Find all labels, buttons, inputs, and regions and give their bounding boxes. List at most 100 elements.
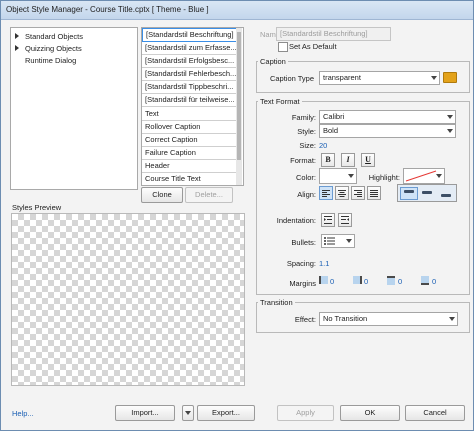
chevron-down-icon — [185, 411, 191, 415]
cancel-button[interactable]: Cancel — [405, 405, 465, 421]
vertical-align-group — [397, 184, 457, 202]
no-highlight-icon — [405, 170, 437, 182]
align-top-icon[interactable] — [400, 187, 418, 200]
object-style-manager-window: Object Style Manager - Course Title.cptx… — [0, 0, 474, 431]
style-item[interactable]: [Standardstil Fehlerbesch... — [142, 68, 240, 81]
align-left-icon[interactable] — [319, 186, 333, 200]
decrease-indent-icon[interactable] — [321, 213, 335, 227]
import-export-options-dropdown[interactable] — [182, 405, 194, 421]
align-bottom-icon[interactable] — [438, 187, 454, 198]
horizontal-align-group — [319, 186, 389, 200]
margin-right-control[interactable]: 0 — [353, 275, 383, 287]
margin-right-value: 0 — [364, 277, 369, 286]
margin-bottom-icon — [421, 276, 429, 285]
align-right-icon[interactable] — [351, 186, 365, 200]
expand-arrow-icon[interactable] — [15, 33, 19, 39]
set-as-default-label: Set As Default — [289, 42, 337, 51]
set-as-default-checkbox[interactable] — [278, 42, 288, 52]
tree-item-quizzing-objects[interactable]: Quizzing Objects — [15, 43, 82, 54]
help-link[interactable]: Help... — [12, 409, 34, 418]
indentation-label: Indentation: — [276, 216, 316, 225]
margin-right-icon — [353, 276, 362, 284]
margin-top-control[interactable]: 0 — [387, 275, 417, 287]
chevron-down-icon — [346, 239, 352, 243]
bullets-dropdown[interactable] — [321, 234, 355, 248]
spacing-label: Spacing: — [286, 259, 316, 268]
chevron-down-icon — [449, 317, 455, 321]
style-item[interactable]: [Standardstil für teilweise... — [142, 94, 240, 107]
caption-type-dropdown[interactable]: transparent — [319, 71, 440, 85]
style-item[interactable]: [Standardstil zum Erfasse... — [142, 42, 240, 55]
apply-button[interactable]: Apply — [277, 405, 334, 421]
font-size-value[interactable]: 20 — [319, 141, 327, 150]
align-label: Align: — [297, 190, 316, 199]
style-item[interactable]: Header — [142, 160, 240, 173]
underline-button[interactable]: U — [361, 153, 375, 167]
margin-bottom-control[interactable]: 0 — [421, 275, 451, 287]
italic-button[interactable]: I — [341, 153, 355, 167]
chevron-down-icon — [436, 174, 442, 178]
text-format-section-title: Text Format — [258, 97, 302, 106]
style-label: Style: — [297, 127, 316, 136]
align-justify-icon[interactable] — [367, 186, 381, 200]
style-item[interactable]: Text — [142, 108, 240, 121]
size-label: Size: — [299, 141, 316, 150]
align-center-icon[interactable] — [335, 186, 349, 200]
title-bar[interactable]: Object Style Manager - Course Title.cptx… — [1, 1, 473, 20]
family-label: Family: — [291, 113, 316, 122]
spacing-value[interactable]: 1.1 — [319, 259, 329, 268]
margin-bottom-value: 0 — [432, 277, 437, 286]
margin-left-control[interactable]: 0 — [319, 275, 349, 287]
increase-indent-icon[interactable] — [338, 213, 352, 227]
tree-item-standard-objects[interactable]: Standard Objects — [15, 31, 83, 42]
caption-section-title: Caption — [258, 57, 288, 66]
folder-icon[interactable] — [443, 72, 457, 83]
style-item[interactable]: Rollover Caption — [142, 121, 240, 134]
effect-label: Effect: — [294, 315, 316, 324]
bullet-list-icon — [324, 237, 335, 245]
margin-left-icon — [319, 276, 328, 284]
highlight-color-picker[interactable] — [403, 168, 445, 184]
text-color-picker[interactable] — [319, 168, 357, 184]
align-middle-icon[interactable] — [419, 187, 435, 198]
object-tree-panel: Standard Objects Quizzing Objects Runtim… — [10, 27, 138, 190]
bullets-label: Bullets: — [291, 238, 316, 247]
name-field[interactable]: [Standardstil Beschriftung] — [276, 27, 391, 41]
caption-type-label: Caption Type — [269, 74, 314, 83]
style-item[interactable]: [Standardstil Tippbeschri... — [142, 81, 240, 94]
margins-label: Margins — [289, 279, 316, 288]
expand-arrow-icon[interactable] — [15, 45, 19, 51]
styles-list-scrollbar[interactable] — [236, 28, 242, 185]
scrollbar-thumb[interactable] — [237, 32, 241, 160]
styles-preview-area — [11, 213, 245, 386]
tree-item-runtime-dialog[interactable]: Runtime Dialog — [15, 55, 76, 66]
color-label: Color: — [295, 173, 316, 182]
window-title: Object Style Manager - Course Title.cptx… — [6, 5, 209, 14]
styles-list: [Standardstil Beschriftung] [Standardsti… — [141, 27, 244, 186]
margin-left-value: 0 — [330, 277, 335, 286]
style-item[interactable]: Course Title Text — [142, 173, 240, 185]
style-item[interactable]: [Standardstil Beschriftung] — [142, 28, 242, 42]
format-label: Format: — [290, 156, 316, 165]
styles-preview-label: Styles Preview — [12, 203, 62, 212]
bold-button[interactable]: B — [321, 153, 335, 167]
clone-button[interactable]: Clone — [141, 187, 183, 203]
chevron-down-icon — [431, 76, 437, 80]
highlight-label: Highlight: — [368, 173, 400, 182]
margin-top-value: 0 — [398, 277, 403, 286]
style-item[interactable]: Correct Caption — [142, 134, 240, 147]
margin-top-icon — [387, 276, 395, 285]
chevron-down-icon — [447, 129, 453, 133]
font-style-dropdown[interactable]: Bold — [319, 124, 456, 138]
transition-section-title: Transition — [258, 298, 295, 307]
style-item[interactable]: Failure Caption — [142, 147, 240, 160]
chevron-down-icon — [348, 174, 354, 178]
delete-button[interactable]: Delete... — [185, 187, 233, 203]
ok-button[interactable]: OK — [340, 405, 400, 421]
style-item[interactable]: [Standardstil Erfolgsbesc... — [142, 55, 240, 68]
import-button[interactable]: Import... — [115, 405, 175, 421]
font-family-dropdown[interactable]: Calibri — [319, 110, 456, 124]
export-button[interactable]: Export... — [197, 405, 255, 421]
transition-effect-dropdown[interactable]: No Transition — [319, 312, 458, 326]
chevron-down-icon — [447, 115, 453, 119]
